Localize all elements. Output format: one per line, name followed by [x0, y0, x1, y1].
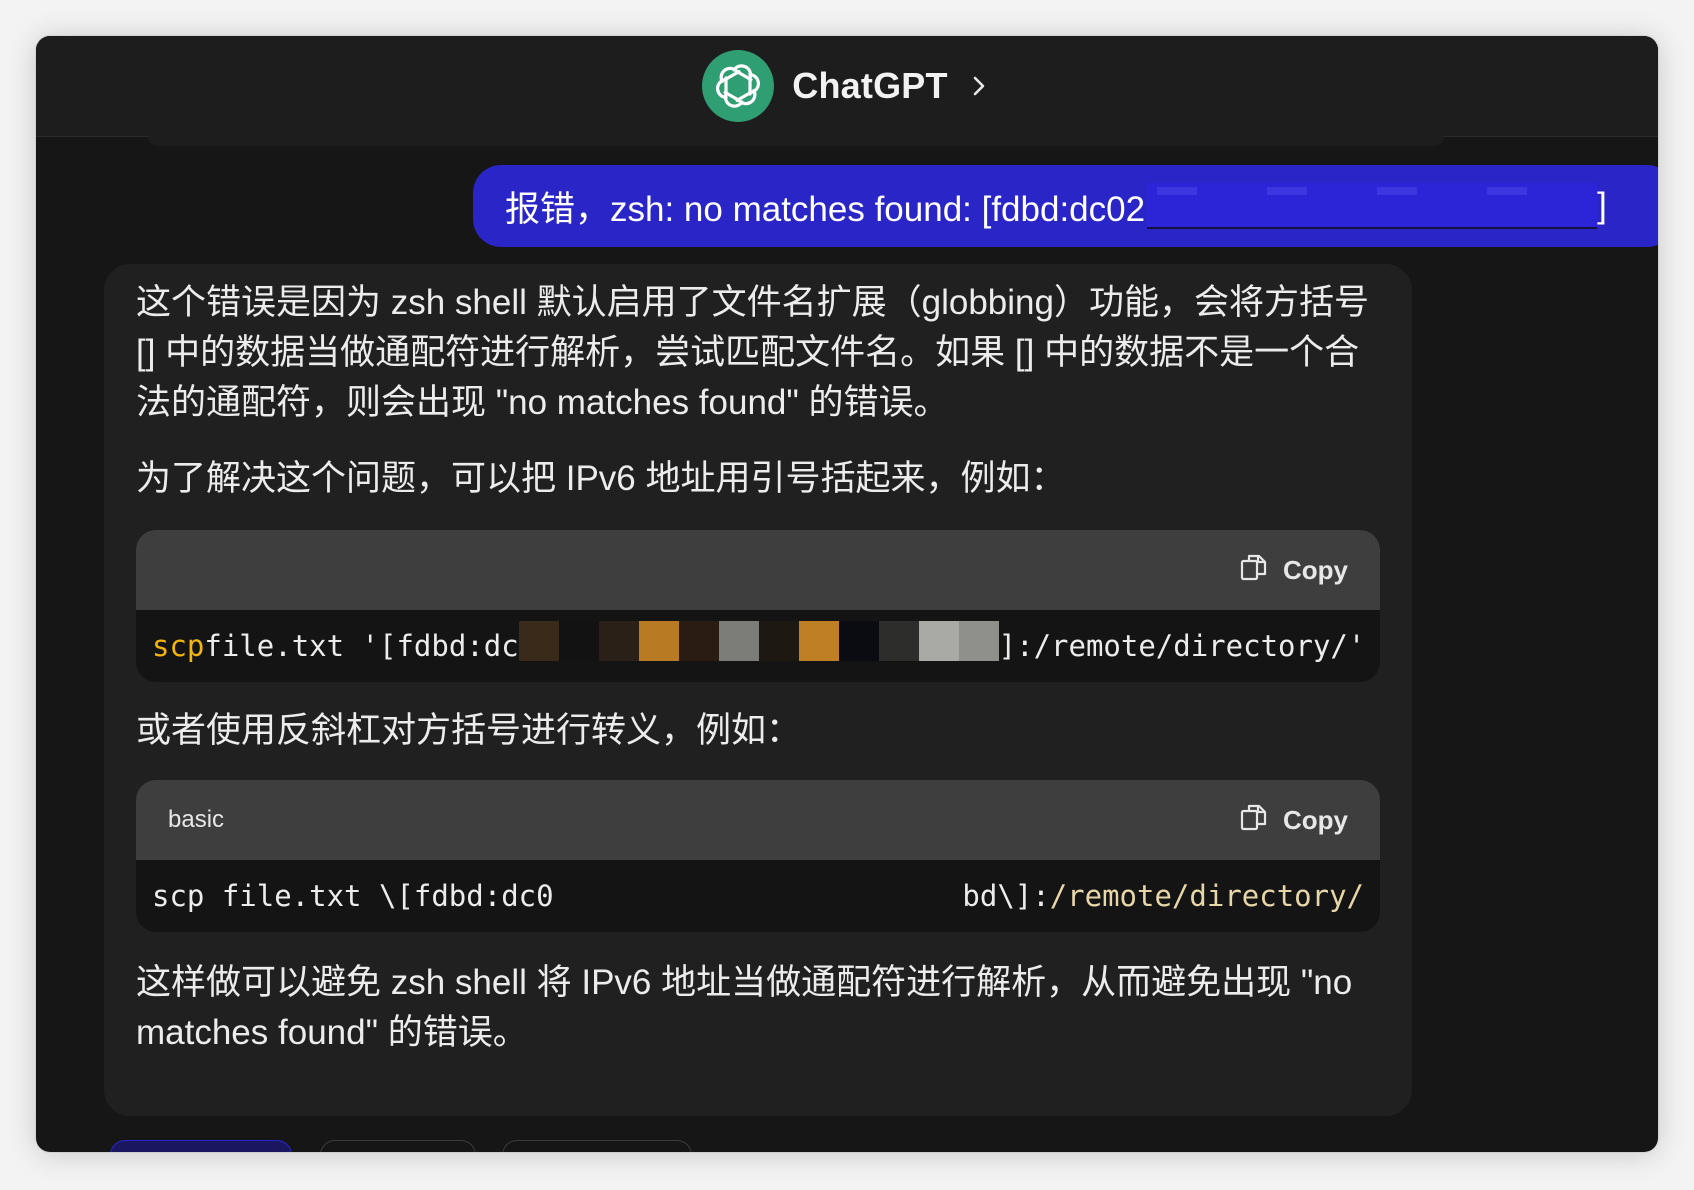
redaction-pixel	[758, 621, 799, 661]
chat-header: ChatGPT	[36, 36, 1658, 137]
redaction-pixel	[678, 621, 719, 661]
redaction-pixel	[878, 621, 919, 661]
assistant-paragraph-1: 这个错误是因为 zsh shell 默认启用了文件名扩展（globbing）功能…	[136, 283, 1369, 422]
code-path: /remote/directory/	[1049, 879, 1364, 913]
code-block-escaped: basic Copy scp file.txt \[fdbd:dc0 bd\]: /…	[136, 780, 1380, 932]
redaction-pixel	[958, 621, 999, 661]
code-language-label: basic	[168, 806, 225, 833]
user-message-bubble: 报错，zsh: no matches found: [fdbd:dc02]	[473, 165, 1658, 247]
copy-button[interactable]: Copy	[1239, 802, 1348, 839]
redaction-pixel	[518, 621, 559, 661]
assistant-message: 这个错误是因为 zsh shell 默认启用了文件名扩展（globbing）功能…	[104, 264, 1412, 1116]
redaction-pixel	[798, 621, 839, 661]
clipboard-icon	[1239, 552, 1269, 589]
assistant-paragraph-2: 为了解决这个问题，可以把 IPv6 地址用引号括起来，例如：	[136, 459, 1066, 498]
redaction-pixel	[718, 621, 759, 661]
redacted-blank-block	[553, 878, 963, 914]
openai-logo-icon[interactable]	[702, 50, 775, 122]
code-keyword: scp	[152, 629, 205, 663]
code-text-pre: file.txt '[fdbd:dc	[204, 629, 519, 663]
chevron-right-icon[interactable]	[966, 73, 992, 99]
bottom-action-button[interactable]	[110, 1140, 292, 1152]
copy-button[interactable]: Copy	[1239, 552, 1348, 589]
code-text-mid: bd\]:	[962, 879, 1050, 913]
bottom-action-button[interactable]	[320, 1140, 476, 1152]
code-block-header: Copy	[136, 530, 1380, 610]
user-message-text: 报错，zsh: no matches found: [fdbd:dc02	[505, 189, 1146, 229]
assistant-paragraph-4: 这样做可以避免 zsh shell 将 IPv6 地址当做通配符进行解析，从而避…	[136, 963, 1353, 1052]
code-text-pre: scp file.txt \[fdbd:dc0	[152, 879, 554, 913]
user-message-text-end: ]	[1597, 186, 1607, 225]
chat-title[interactable]: ChatGPT	[792, 65, 947, 107]
code-text-post: ]:/remote/directory/'	[998, 629, 1366, 663]
bottom-action-button[interactable]	[502, 1140, 692, 1152]
code-line[interactable]: scp file.txt \[fdbd:dc0 bd\]:/remote/dire…	[136, 860, 1380, 932]
redacted-address-mask	[1147, 183, 1598, 229]
copy-label: Copy	[1283, 554, 1348, 585]
code-block-header: basic Copy	[136, 780, 1380, 860]
redaction-pixel	[558, 621, 599, 661]
redaction-pixel	[638, 621, 679, 661]
redaction-pixel	[918, 621, 959, 661]
redacted-pixelated-block	[518, 621, 999, 661]
code-block-quoted: Copy scp file.txt '[fdbd:dc ]:/remote/dir…	[136, 530, 1380, 682]
clipboard-icon	[1239, 802, 1269, 839]
redaction-pixel	[838, 621, 879, 661]
assistant-paragraph-3: 或者使用反斜杠对方括号进行转义，例如：	[136, 711, 802, 750]
chat-window: ChatGPT 报错，zsh: no matches found: [fdbd:…	[36, 36, 1658, 1152]
redaction-pixel	[598, 621, 639, 661]
previous-message-edge	[148, 136, 1444, 146]
copy-label: Copy	[1283, 804, 1348, 835]
code-line[interactable]: scp file.txt '[fdbd:dc ]:/remote/director…	[136, 610, 1380, 682]
